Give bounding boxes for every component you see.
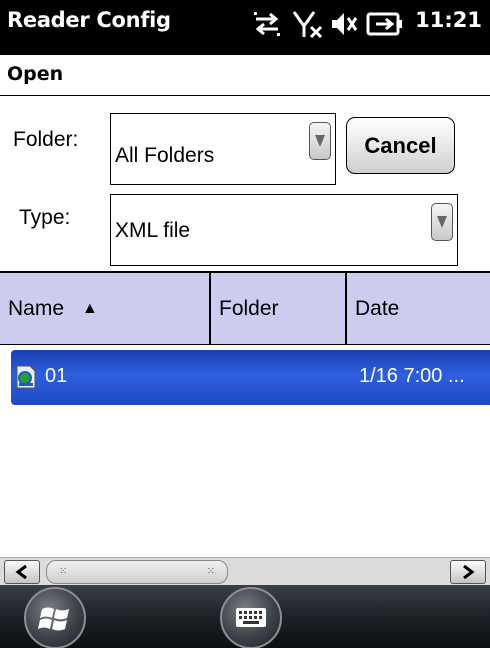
clock-time: 11:21 (415, 8, 482, 32)
cancel-button[interactable]: Cancel (346, 117, 455, 174)
scroll-left-button[interactable] (4, 560, 40, 584)
type-dropdown-button[interactable] (431, 203, 453, 241)
start-button[interactable] (24, 587, 86, 648)
folder-select-value: All Folders (115, 144, 215, 167)
sync-arrows-icon (254, 12, 280, 36)
folder-dropdown-button[interactable] (309, 122, 331, 160)
chevron-right-icon (463, 564, 475, 580)
battery-charging-icon (366, 12, 402, 36)
scroll-right-button[interactable] (450, 560, 486, 584)
volume-mute-icon (332, 13, 358, 35)
taskbar (0, 585, 490, 648)
chevron-down-icon (437, 216, 447, 228)
open-menu-item[interactable]: Open (7, 63, 63, 85)
list-item[interactable]: 01 1/16 7:00 ... (11, 350, 490, 405)
column-header-date[interactable]: Date (347, 273, 490, 345)
chevron-down-icon (315, 135, 325, 147)
type-select[interactable]: XML file (110, 194, 458, 266)
xml-file-icon (16, 365, 36, 389)
column-header-label: Date (355, 297, 400, 320)
file-list: 01 1/16 7:00 ... (0, 345, 490, 557)
column-header-label: Name (8, 297, 65, 320)
file-date: 1/16 7:00 ... (359, 365, 465, 387)
folder-label: Folder: (13, 128, 79, 151)
list-header: Name ▲ Folder Date (0, 271, 490, 345)
chevron-left-icon (15, 564, 27, 580)
type-select-value: XML file (115, 219, 191, 242)
folder-select[interactable]: All Folders (110, 113, 336, 185)
sort-ascending-icon: ▲ (82, 300, 98, 317)
column-header-folder[interactable]: Folder (211, 273, 345, 345)
windows-start-icon (38, 607, 69, 631)
column-header-label: Folder (219, 297, 279, 320)
scrollbar-thumb[interactable]: ⁙ ⁙ (46, 560, 228, 584)
menu-bar: Open (0, 55, 490, 96)
column-header-name[interactable]: Name ▲ (0, 273, 209, 345)
file-name: 01 (45, 365, 68, 387)
grip-icon: ⁙ (206, 566, 215, 577)
type-label: Type: (19, 206, 71, 229)
app-title: Reader Config (7, 8, 171, 32)
no-signal-icon (292, 11, 323, 38)
keyboard-button[interactable] (220, 587, 282, 648)
status-bar: Reader Config 11:21 (0, 0, 490, 55)
keyboard-icon (236, 608, 266, 627)
grip-icon: ⁙ (59, 566, 68, 577)
horizontal-scrollbar[interactable]: ⁙ ⁙ (0, 557, 490, 585)
